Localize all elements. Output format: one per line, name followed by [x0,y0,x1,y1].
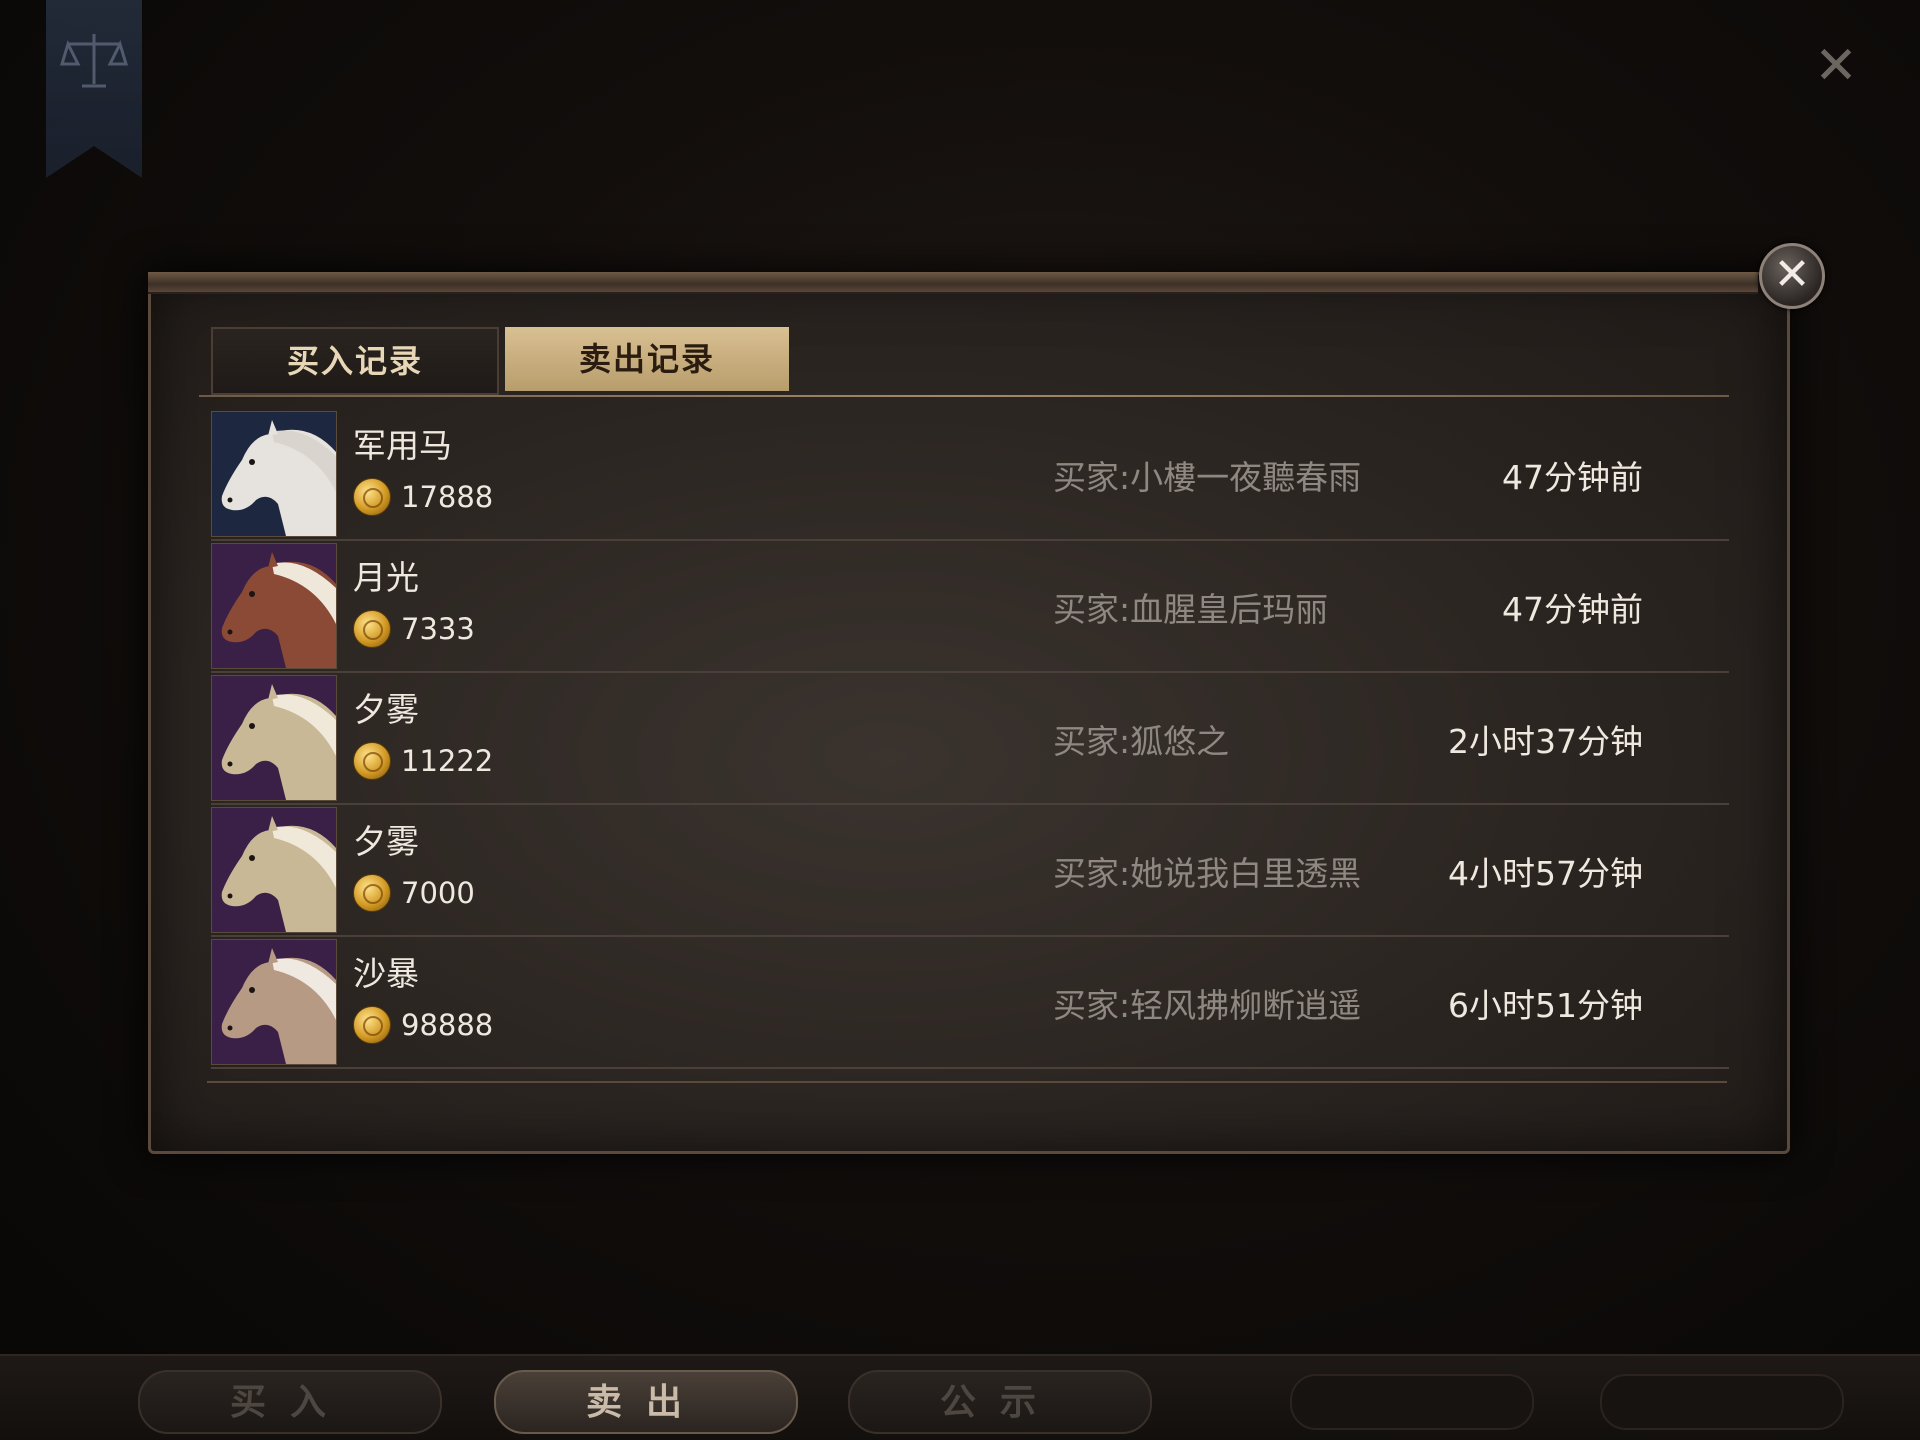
horse-portrait [211,939,337,1065]
list-divider [207,1081,1727,1083]
dialog-close-button[interactable]: ✕ [1759,243,1825,309]
horse-portrait [211,543,337,669]
nav-decoration [1290,1374,1534,1430]
price: 98888 [353,1005,493,1045]
record-row[interactable]: 军用马 17888 买家:小樓一夜聽春雨 47分钟前 [211,411,1729,541]
horse-portrait [211,411,337,537]
horse-icon [212,412,336,536]
tab-sell-records[interactable]: 卖出记录 [505,327,789,391]
time-ago: 2小时37分钟 [1448,722,1643,761]
market-screen: ✕ ✕ 买入记录 卖出记录 军用马 17888 买家:小樓一夜聽春雨 47分钟前 [0,0,1920,1440]
record-row[interactable]: 夕雾 7000 买家:她说我白里透黑 4小时57分钟 [211,807,1729,937]
price: 7000 [353,873,475,913]
horse-portrait [211,807,337,933]
time-ago: 47分钟前 [1502,458,1643,497]
tab-divider [199,395,1729,397]
price-value: 11222 [401,744,494,778]
gold-coin-icon [353,478,391,516]
horse-icon [212,940,336,1064]
time-ago: 6小时51分钟 [1448,986,1643,1025]
transaction-history-dialog: ✕ 买入记录 卖出记录 军用马 17888 买家:小樓一夜聽春雨 47分钟前 月… [148,243,1825,1154]
bottom-nav: 买入 卖出 公示 [0,1354,1920,1440]
price: 11222 [353,741,493,781]
time-ago: 47分钟前 [1502,590,1643,629]
buyer-name: 买家:血腥皇后玛丽 [1053,590,1329,629]
price-value: 98888 [401,1008,494,1042]
price-value: 17888 [401,480,494,514]
gold-coin-icon [353,1006,391,1044]
horse-name: 沙暴 [353,954,419,993]
nav-buy-button[interactable]: 买入 [138,1370,442,1434]
trade-banner [46,0,142,178]
nav-notice-button[interactable]: 公示 [848,1370,1152,1434]
horse-portrait [211,675,337,801]
price-value: 7000 [401,876,475,910]
dialog-frame-top [148,272,1758,294]
horse-name: 夕雾 [353,822,419,861]
horse-icon [212,808,336,932]
horse-icon [212,544,336,668]
horse-name: 军用马 [353,426,452,465]
gold-coin-icon [353,874,391,912]
gold-coin-icon [353,610,391,648]
buyer-name: 买家:狐悠之 [1053,722,1230,761]
tab-buy-records[interactable]: 买入记录 [211,327,499,395]
nav-decoration [1600,1374,1844,1430]
scales-icon [60,34,128,88]
record-row[interactable]: 夕雾 11222 买家:狐悠之 2小时37分钟 [211,675,1729,805]
horse-name: 月光 [353,558,419,597]
close-icon[interactable]: ✕ [1812,40,1860,92]
price-value: 7333 [401,612,475,646]
horse-name: 夕雾 [353,690,419,729]
time-ago: 4小时57分钟 [1448,854,1643,893]
record-row[interactable]: 沙暴 98888 买家:轻风拂柳断逍遥 6小时51分钟 [211,939,1729,1069]
buyer-name: 买家:小樓一夜聽春雨 [1053,458,1362,497]
gold-coin-icon [353,742,391,780]
price: 7333 [353,609,475,649]
price: 17888 [353,477,493,517]
horse-icon [212,676,336,800]
record-row[interactable]: 月光 7333 买家:血腥皇后玛丽 47分钟前 [211,543,1729,673]
nav-sell-button[interactable]: 卖出 [494,1370,798,1434]
sell-record-list[interactable]: 军用马 17888 买家:小樓一夜聽春雨 47分钟前 月光 7333 买家:血腥… [211,411,1729,1071]
buyer-name: 买家:她说我白里透黑 [1053,854,1362,893]
buyer-name: 买家:轻风拂柳断逍遥 [1053,986,1362,1025]
